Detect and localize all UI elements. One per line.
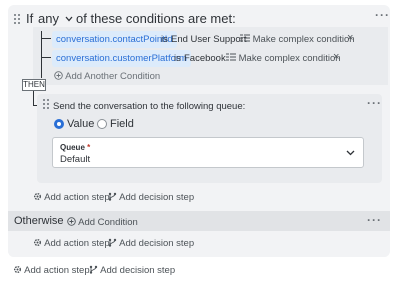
plus-circle-icon	[54, 71, 63, 80]
add-decision-step-link[interactable]: Add decision step	[89, 265, 175, 276]
add-decision-label: Add decision step	[119, 238, 195, 249]
chevron-down-icon	[346, 150, 355, 156]
condition-value[interactable]: Facebook	[184, 53, 226, 64]
condition-suffix: of these conditions are met:	[76, 11, 236, 26]
add-decision-label: Add decision step	[119, 192, 195, 203]
add-action-label: Add action step	[24, 265, 90, 276]
chevron-down-icon	[65, 16, 73, 22]
add-another-condition-link[interactable]: Add Another Condition	[54, 71, 160, 82]
tree-branch	[41, 38, 51, 39]
action-title: Send the conversation to the following q…	[53, 101, 246, 112]
add-action-label: Add action step	[44, 192, 110, 203]
add-decision-step-link[interactable]: Add decision step	[108, 238, 194, 249]
otherwise-body: Add action step Add decision step	[8, 231, 390, 257]
field-radio[interactable]	[97, 119, 107, 129]
condition-value[interactable]: End User Support	[171, 34, 247, 45]
value-radio-label[interactable]: Value	[67, 118, 94, 130]
make-complex-condition-link[interactable]: Make complex condition	[226, 53, 341, 64]
match-mode-value: any	[38, 11, 59, 26]
field-radio-label[interactable]: Field	[110, 118, 134, 130]
then-tag: THEN	[22, 79, 46, 91]
value-radio[interactable]	[54, 119, 64, 129]
queue-select[interactable]: Queue * Default	[52, 137, 364, 168]
queue-label-text: Queue	[60, 143, 85, 152]
add-action-step-link[interactable]: Add action step	[13, 265, 90, 276]
otherwise-header: Otherwise Add Condition ···	[8, 211, 390, 231]
gear-icon	[14, 265, 21, 273]
if-label: If	[26, 11, 34, 26]
add-condition-link[interactable]: Add Condition	[67, 217, 138, 228]
condition-variable-chip[interactable]: conversation.customerPlatform	[52, 50, 191, 67]
add-decision-step-link[interactable]: Add decision step	[108, 192, 194, 203]
more-options-icon[interactable]: ···	[367, 96, 382, 110]
more-options-icon[interactable]: ···	[375, 8, 390, 22]
add-another-label: Add Another Condition	[65, 71, 161, 82]
condition-variable-chip[interactable]: conversation.contactPointId	[52, 31, 177, 48]
list-icon	[226, 53, 236, 61]
condition-operator: is	[174, 53, 181, 64]
branch-icon	[108, 238, 117, 247]
gear-icon	[34, 192, 41, 200]
match-mode-select[interactable]: any	[38, 11, 73, 26]
add-action-label: Add action step	[44, 238, 110, 249]
plus-circle-icon	[67, 217, 76, 226]
add-decision-label: Add decision step	[100, 265, 176, 276]
remove-condition-icon[interactable]: ×	[333, 51, 339, 63]
drag-handle-icon[interactable]	[13, 13, 21, 25]
make-complex-label: Make complex condition	[238, 53, 341, 64]
queue-value: Default	[60, 154, 91, 165]
more-options-icon[interactable]: ···	[367, 213, 382, 227]
make-complex-condition-link[interactable]: Make complex condition	[240, 34, 355, 45]
branch-icon	[108, 192, 117, 201]
add-action-step-link[interactable]: Add action step	[33, 238, 110, 249]
required-mark: *	[87, 143, 91, 152]
branch-icon	[89, 265, 98, 274]
list-icon	[240, 34, 250, 42]
queue-field-label: Queue *	[60, 143, 90, 152]
otherwise-label: Otherwise	[14, 215, 64, 227]
make-complex-label: Make complex condition	[252, 34, 355, 45]
condition-operator: is	[161, 34, 168, 45]
add-action-step-link[interactable]: Add action step	[33, 192, 110, 203]
drag-handle-icon[interactable]	[42, 98, 50, 110]
remove-condition-icon[interactable]: ×	[347, 32, 353, 44]
add-condition-label: Add Condition	[78, 217, 138, 228]
tree-branch	[41, 57, 51, 58]
gear-icon	[34, 238, 41, 246]
then-connector-line	[33, 91, 34, 105]
